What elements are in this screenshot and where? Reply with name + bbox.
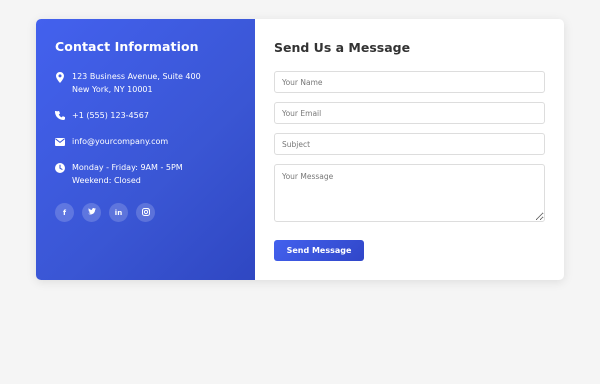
contact-card: Contact Information 123 Business Avenue,…	[36, 19, 564, 280]
phone-number: +1 (555) 123-4567	[72, 111, 149, 120]
contact-info-panel: Contact Information 123 Business Avenue,…	[36, 19, 255, 280]
linkedin-icon: in	[114, 208, 123, 217]
instagram-icon	[141, 207, 150, 218]
facebook-link[interactable]: f	[55, 203, 74, 222]
hours-line2: Weekend: Closed	[72, 176, 141, 185]
hours-item: Monday - Friday: 9AM - 5PM Weekend: Clos…	[55, 161, 236, 187]
subject-input[interactable]	[274, 133, 545, 155]
send-message-button[interactable]: Send Message	[274, 240, 364, 261]
form-title: Send Us a Message	[274, 40, 411, 55]
linkedin-link[interactable]: in	[109, 203, 128, 222]
message-form-panel: Send Us a Message Send Message	[255, 19, 564, 280]
name-input[interactable]	[274, 71, 545, 93]
envelope-icon	[55, 136, 65, 148]
clock-icon	[55, 162, 65, 174]
address-item: 123 Business Avenue, Suite 400 New York,…	[55, 70, 236, 96]
address-line1: 123 Business Avenue, Suite 400	[72, 72, 201, 81]
social-links: f in	[55, 203, 236, 222]
contact-info-title: Contact Information	[55, 39, 199, 54]
facebook-icon: f	[62, 208, 67, 217]
twitter-icon	[87, 208, 96, 217]
phone-item: +1 (555) 123-4567	[55, 109, 236, 122]
hours-line1: Monday - Friday: 9AM - 5PM	[72, 163, 183, 172]
map-marker-icon	[55, 71, 65, 83]
email-input[interactable]	[274, 102, 545, 124]
email-item: info@yourcompany.com	[55, 135, 236, 148]
instagram-link[interactable]	[136, 203, 155, 222]
phone-icon	[55, 110, 65, 122]
message-textarea[interactable]	[274, 164, 545, 222]
address-line2: New York, NY 10001	[72, 85, 153, 94]
email-address: info@yourcompany.com	[72, 137, 169, 146]
twitter-link[interactable]	[82, 203, 101, 222]
